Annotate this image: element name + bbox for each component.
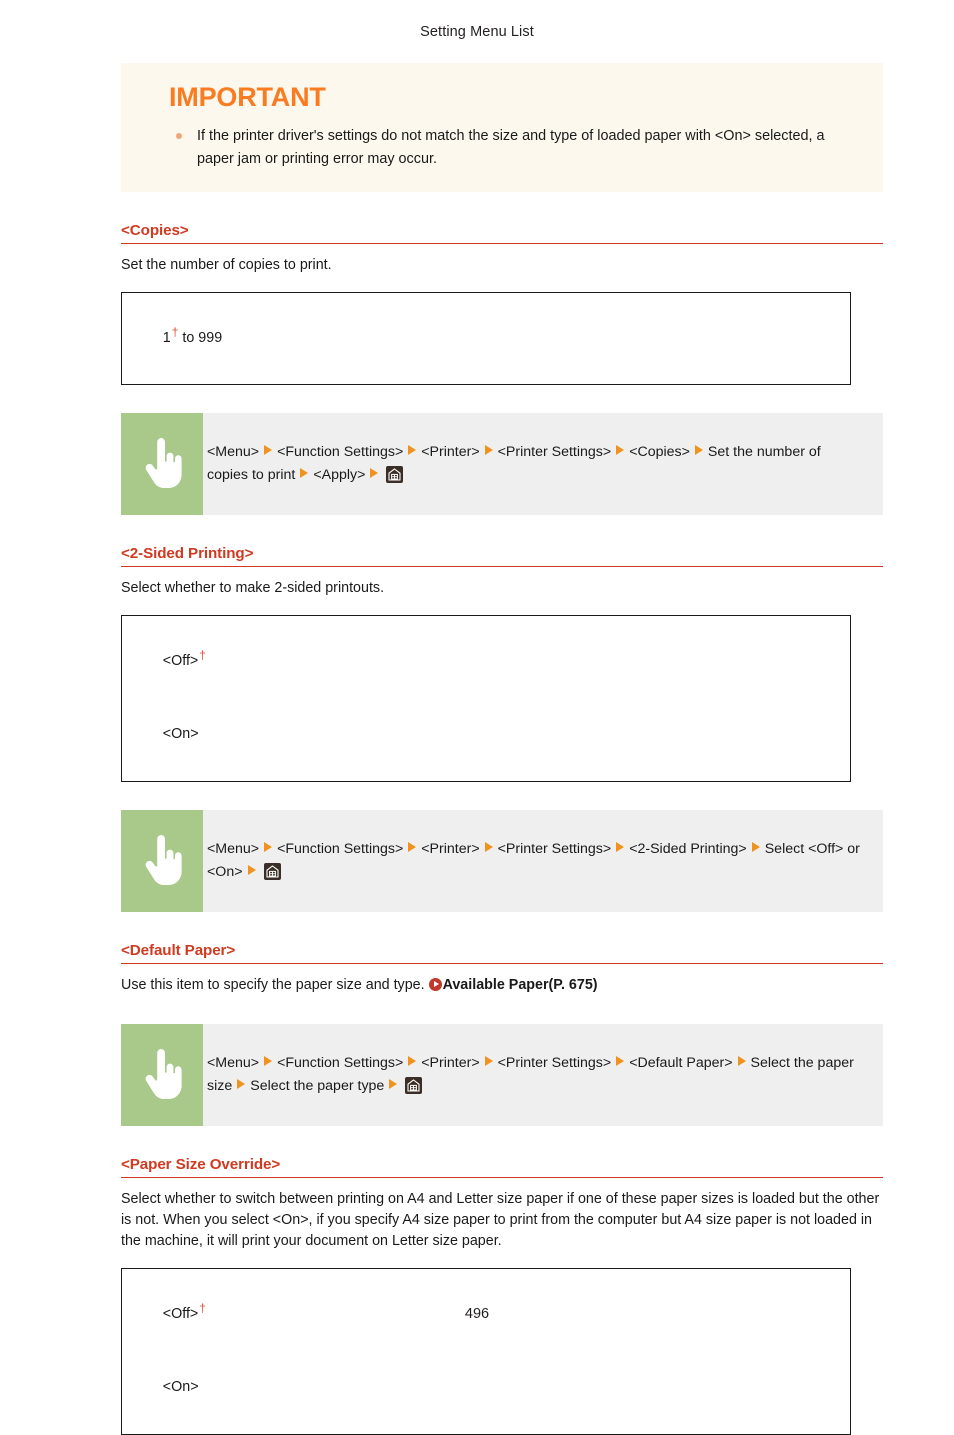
section-description-text: Use this item to specify the paper size … bbox=[121, 976, 425, 993]
section-paper-size-override: <Paper Size Override> Select whether to … bbox=[121, 1156, 883, 1435]
value-row: <On> bbox=[131, 1351, 841, 1425]
arrow-right-icon bbox=[484, 444, 493, 455]
list-item: If the printer driver's settings do not … bbox=[169, 125, 859, 170]
value-row: 1† to 999 bbox=[131, 301, 841, 375]
default-dagger-icon: † bbox=[199, 647, 206, 662]
arrow-right-icon bbox=[616, 1055, 625, 1066]
section-description: Select whether to make 2-sided printouts… bbox=[121, 579, 385, 596]
home-key-icon bbox=[405, 1076, 423, 1094]
pointing-hand-icon bbox=[142, 834, 182, 887]
arrow-right-icon bbox=[616, 444, 625, 455]
arrow-right-icon bbox=[484, 841, 493, 852]
nav-icon-pane bbox=[121, 1023, 203, 1126]
important-item-text: If the printer driver's settings do not … bbox=[197, 128, 825, 167]
pointing-hand-icon bbox=[142, 1048, 182, 1101]
nav-step: <Copies> bbox=[629, 443, 690, 460]
value-suffix: to 999 bbox=[178, 329, 223, 346]
section-description: Select whether to switch between printin… bbox=[121, 1190, 880, 1249]
nav-step: <Printer> bbox=[421, 840, 480, 857]
nav-step: <Printer Settings> bbox=[497, 840, 612, 857]
arrow-right-icon bbox=[247, 864, 256, 875]
arrow-right-icon bbox=[694, 444, 703, 455]
document-content: IMPORTANT If the printer driver's settin… bbox=[121, 63, 883, 1435]
nav-icon-pane bbox=[121, 809, 203, 912]
pointing-hand-icon bbox=[142, 437, 182, 490]
important-callout-title: IMPORTANT bbox=[169, 82, 326, 112]
arrow-right-icon bbox=[264, 1055, 273, 1066]
nav-step: <Printer> bbox=[421, 1054, 480, 1071]
home-key-icon bbox=[263, 862, 281, 880]
nav-icon-pane bbox=[121, 412, 203, 515]
home-key-icon bbox=[386, 465, 404, 483]
section-2-sided-printing: <2-Sided Printing> Select whether to mak… bbox=[121, 545, 883, 782]
arrow-right-icon bbox=[389, 1078, 398, 1089]
page-header-title: Setting Menu List bbox=[420, 24, 534, 40]
nav-step: <Printer> bbox=[421, 443, 480, 460]
section-description: Set the number of copies to print. bbox=[121, 257, 332, 273]
important-callout: IMPORTANT If the printer driver's settin… bbox=[121, 63, 883, 192]
value-box: <Off>† <On> bbox=[121, 1268, 851, 1435]
nav-path-text: <Menu> <Function Settings> <Printer> <Print… bbox=[203, 1024, 883, 1126]
arrow-right-icon bbox=[408, 1055, 417, 1066]
section-copies: <Copies> Set the number of copies to pri… bbox=[121, 222, 883, 385]
arrow-right-icon bbox=[751, 841, 760, 852]
arrow-right-icon bbox=[300, 467, 309, 478]
section-title: <Copies> bbox=[121, 222, 883, 244]
nav-step: <Apply> bbox=[313, 466, 366, 483]
arrow-right-icon bbox=[408, 841, 417, 852]
navigation-path-2-sided-printing: <Menu> <Function Settings> <Printer> <Print… bbox=[121, 809, 883, 912]
section-title: <Paper Size Override> bbox=[121, 1156, 883, 1178]
value-row: <On> bbox=[131, 698, 841, 772]
arrow-right-icon bbox=[737, 1055, 746, 1066]
section-default-paper: <Default Paper> Use this item to specify… bbox=[121, 942, 883, 996]
value-box: 1† to 999 bbox=[121, 292, 851, 385]
nav-step: <Function Settings> bbox=[277, 840, 404, 857]
section-title: <2-Sided Printing> bbox=[121, 545, 883, 567]
red-arrow-bullet-icon bbox=[428, 977, 442, 991]
value-row: <Off>† bbox=[131, 624, 841, 698]
arrow-right-icon bbox=[408, 444, 417, 455]
bullet-icon bbox=[176, 133, 182, 140]
nav-step: <Menu> bbox=[207, 1054, 260, 1071]
section-title: <Default Paper> bbox=[121, 942, 883, 964]
arrow-right-icon bbox=[264, 444, 273, 455]
page-running-header: Setting Menu List bbox=[0, 24, 954, 40]
arrow-right-icon bbox=[616, 841, 625, 852]
nav-step: <Printer Settings> bbox=[497, 443, 612, 460]
value-text: <Off> bbox=[162, 652, 199, 669]
nav-step: Select the paper type bbox=[250, 1077, 385, 1094]
navigation-path-copies: <Menu> <Function Settings> <Printer> <Print… bbox=[121, 412, 883, 515]
arrow-right-icon bbox=[484, 1055, 493, 1066]
section-description: Use this item to specify the paper size … bbox=[121, 975, 883, 996]
nav-step: <Menu> bbox=[207, 840, 260, 857]
nav-step: <Printer Settings> bbox=[497, 1054, 612, 1071]
arrow-right-icon bbox=[264, 841, 273, 852]
reference-link-label: Available Paper(P. 675) bbox=[442, 976, 598, 993]
nav-path-text: <Menu> <Function Settings> <Printer> <Print… bbox=[203, 810, 883, 912]
value-text: <On> bbox=[162, 1379, 199, 1396]
arrow-right-icon bbox=[370, 467, 379, 478]
nav-path-text: <Menu> <Function Settings> <Printer> <Print… bbox=[203, 413, 883, 515]
page-number-value: 496 bbox=[464, 1306, 490, 1322]
reference-link-available-paper[interactable]: Available Paper(P. 675) bbox=[428, 976, 598, 993]
page-number: 496 bbox=[0, 1306, 954, 1322]
arrow-right-icon bbox=[237, 1078, 246, 1089]
nav-step: <Function Settings> bbox=[277, 1054, 404, 1071]
nav-step: <2-Sided Printing> bbox=[629, 840, 747, 857]
important-callout-list: If the printer driver's settings do not … bbox=[145, 125, 859, 170]
value-text: 1 bbox=[162, 329, 171, 346]
navigation-path-default-paper: <Menu> <Function Settings> <Printer> <Print… bbox=[121, 1023, 883, 1126]
nav-step: <Default Paper> bbox=[629, 1054, 733, 1071]
value-text: <On> bbox=[162, 726, 199, 743]
nav-step: <Function Settings> bbox=[277, 443, 404, 460]
value-box: <Off>† <On> bbox=[121, 615, 851, 782]
nav-step: <Menu> bbox=[207, 443, 260, 460]
